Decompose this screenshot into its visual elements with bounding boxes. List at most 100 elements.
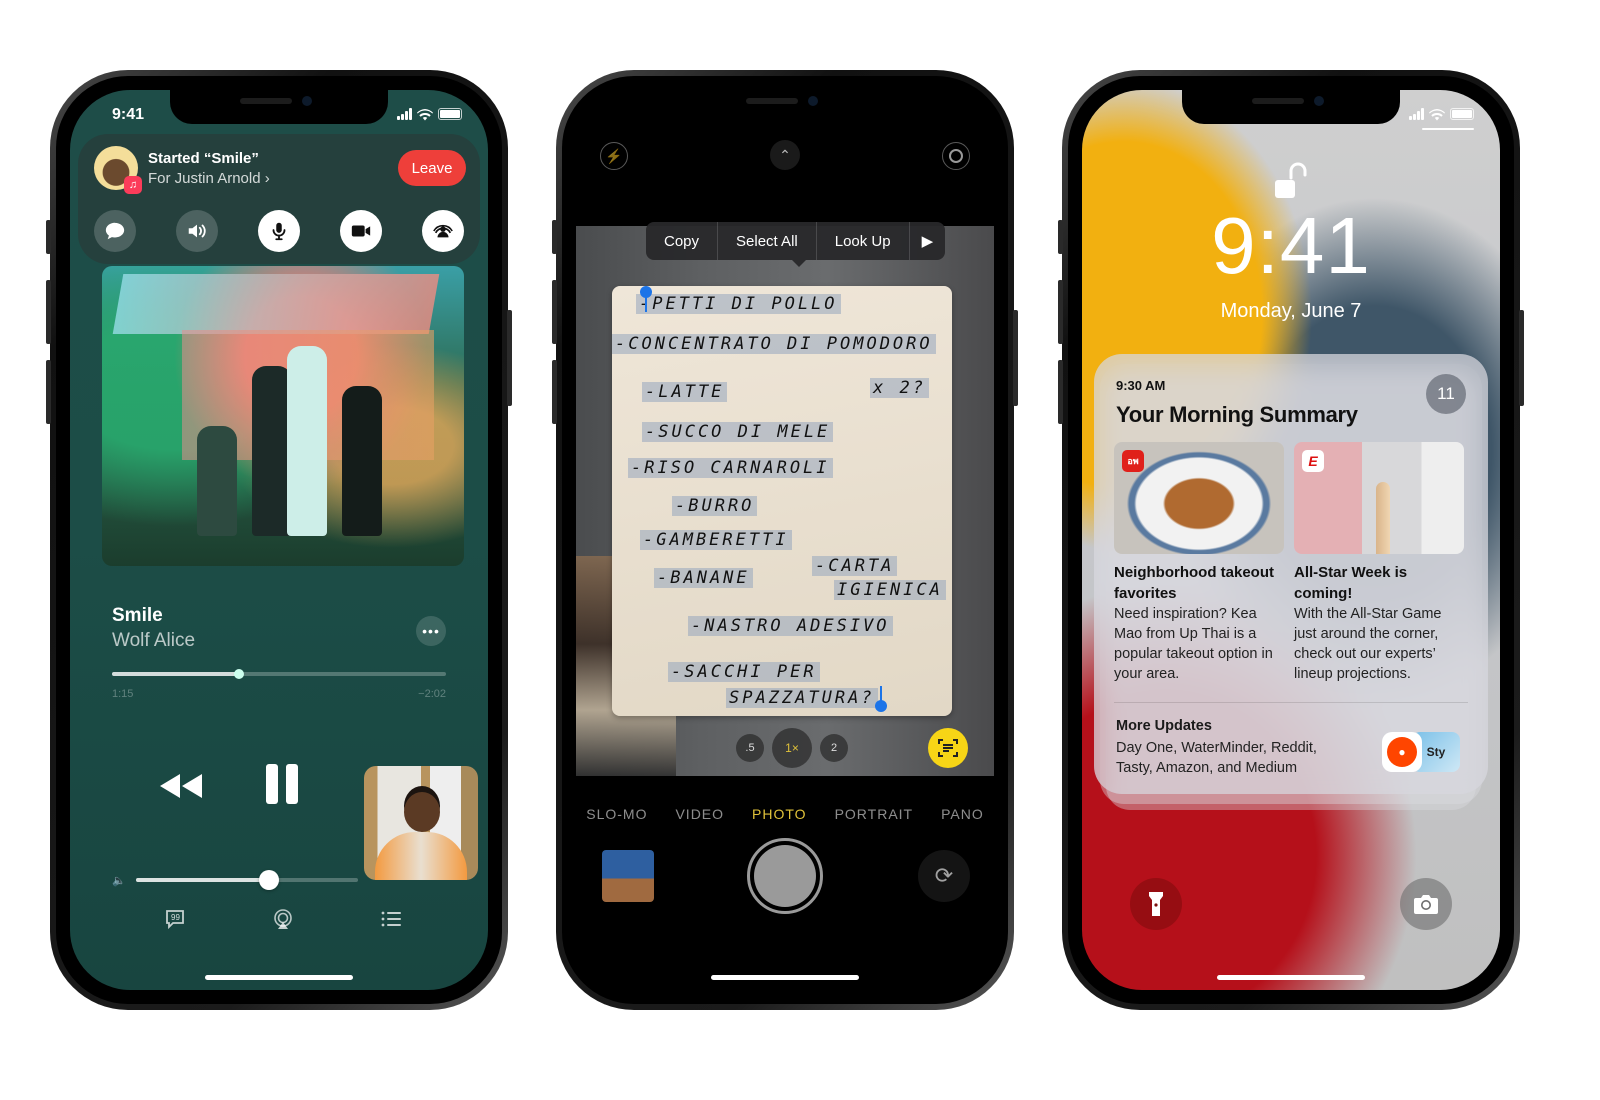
- volume-knob[interactable]: [259, 870, 280, 890]
- mode-slo-mo[interactable]: SLO-MO: [586, 806, 647, 822]
- more-options-button[interactable]: •••: [416, 616, 446, 646]
- track-artist[interactable]: Wolf Alice: [112, 630, 195, 652]
- more-updates-title: More Updates: [1116, 718, 1212, 734]
- selection-end-handle[interactable]: [875, 700, 887, 712]
- recognized-text-line[interactable]: -BANANE: [654, 568, 753, 588]
- wifi-icon: [417, 108, 433, 121]
- message-button[interactable]: [94, 210, 136, 252]
- battery-icon: [1450, 108, 1474, 120]
- recognized-text-line[interactable]: x 2?: [870, 378, 929, 398]
- more-updates-app-icons: ● Sty: [1382, 732, 1466, 772]
- microphone-icon: [272, 222, 286, 241]
- shareplay-button[interactable]: [422, 210, 464, 252]
- zoom-1x-button[interactable]: 1×: [772, 728, 812, 768]
- chevron-up-icon: ⌃: [779, 146, 791, 163]
- summary-time: 9:30 AM: [1116, 378, 1166, 393]
- live-text-button[interactable]: [928, 728, 968, 768]
- queue-button[interactable]: [378, 906, 404, 932]
- banner-subtitle[interactable]: For Justin Arnold ›: [148, 170, 270, 187]
- up-thai-app-icon: อพ: [1122, 450, 1144, 472]
- look-up-menu-item[interactable]: Look Up: [817, 222, 910, 260]
- home-indicator[interactable]: [711, 975, 859, 980]
- mode-video[interactable]: VIDEO: [675, 806, 724, 822]
- recognized-text-line[interactable]: IGIENICA: [834, 580, 946, 600]
- avatar: ♫: [94, 146, 142, 194]
- select-all-menu-item[interactable]: Select All: [718, 222, 817, 260]
- airplay-button[interactable]: [270, 906, 296, 932]
- queue-list-icon: [381, 911, 401, 927]
- recognized-text-line[interactable]: -CONCENTRATO DI POMODORO: [612, 334, 936, 354]
- volume-down-button: [46, 360, 51, 424]
- shareplay-banner[interactable]: ♫ Started “Smile” For Justin Arnold › Le…: [78, 134, 480, 264]
- live-photo-button[interactable]: [942, 142, 970, 170]
- rewind-icon: [160, 774, 202, 798]
- flashlight-button[interactable]: [1130, 878, 1182, 930]
- time-remaining: −2:02: [418, 688, 446, 700]
- playback-scrubber[interactable]: [112, 669, 446, 679]
- mode-portrait[interactable]: PORTRAIT: [835, 806, 914, 822]
- pause-button[interactable]: [262, 762, 302, 811]
- lyrics-button[interactable]: 99: [162, 906, 188, 932]
- recognized-text-line[interactable]: -NASTRO ADESIVO: [688, 616, 893, 636]
- flip-camera-button[interactable]: ⟳: [918, 850, 970, 902]
- control-center-indicator[interactable]: [1422, 128, 1474, 130]
- leave-button[interactable]: Leave: [398, 150, 466, 186]
- story-image: E: [1294, 442, 1464, 554]
- camera-top-controls: ⚡ ⌃: [576, 140, 994, 180]
- mode-photo[interactable]: PHOTO: [752, 806, 807, 822]
- speaker-button[interactable]: [176, 210, 218, 252]
- camera-flip-icon: ⟳: [934, 863, 954, 888]
- recognized-text-line[interactable]: -CARTA: [812, 556, 898, 576]
- camera-shortcut-button[interactable]: [1400, 878, 1452, 930]
- recognized-text-line[interactable]: -SUCCO DI MELE: [642, 422, 834, 442]
- camera-viewfinder[interactable]: -PETTI DI POLLO -CONCENTRATO DI POMODORO…: [576, 226, 994, 776]
- morning-summary-card[interactable]: 9:30 AM Your Morning Summary 11 อพ Neigh…: [1094, 354, 1488, 794]
- notification-summary-stack[interactable]: 9:30 AM Your Morning Summary 11 อพ Neigh…: [1094, 354, 1488, 810]
- home-indicator[interactable]: [205, 975, 353, 980]
- recognized-text-line[interactable]: -SACCHI PER: [668, 662, 820, 682]
- recognized-text-line[interactable]: -GAMBERETTI: [640, 530, 792, 550]
- volume-slider[interactable]: 🔈: [112, 870, 358, 890]
- more-menu-arrow[interactable]: ▶: [910, 222, 946, 260]
- home-indicator[interactable]: [1217, 975, 1365, 980]
- flashlight-icon: [1149, 892, 1163, 916]
- side-button: [1519, 310, 1524, 406]
- volume-track[interactable]: [136, 870, 358, 890]
- zoom-2x-button[interactable]: 2: [820, 734, 848, 762]
- last-photo-thumbnail[interactable]: [602, 850, 654, 902]
- flash-button[interactable]: ⚡: [600, 142, 628, 170]
- recognized-text-line[interactable]: -BURRO: [672, 496, 758, 516]
- camera-button[interactable]: [340, 210, 382, 252]
- more-updates-apps: Day One, WaterMinder, Reddit, Tasty, Ama…: [1116, 740, 1317, 776]
- camera-icon: [1414, 895, 1438, 914]
- camera-mode-picker: SLO-MO VIDEO PHOTO PORTRAIT PANO: [576, 806, 994, 822]
- airplay-icon: [274, 909, 292, 929]
- rewind-button[interactable]: [158, 772, 206, 805]
- pause-icon: [266, 764, 298, 804]
- zoom-0.5x-button[interactable]: .5: [736, 734, 764, 762]
- expand-controls-button[interactable]: ⌃: [770, 140, 800, 170]
- lyrics-icon: 99: [166, 910, 184, 930]
- live-text-icon: [938, 739, 958, 757]
- summary-story[interactable]: อพ Neighborhood takeout favorites Need i…: [1114, 442, 1284, 684]
- cellular-signal-icon: [397, 108, 412, 120]
- iphone-camera-live-text: ⚡ ⌃ -PETTI DI POLLO -CONCENTRATO DI POMO…: [552, 70, 1018, 1010]
- recognized-text-line[interactable]: SPAZZATURA?: [726, 688, 878, 708]
- copy-menu-item[interactable]: Copy: [646, 222, 719, 260]
- mute-button[interactable]: [258, 210, 300, 252]
- story-title: All-Star Week is coming!: [1294, 564, 1408, 602]
- recognized-text-line[interactable]: -PETTI DI POLLO: [636, 294, 841, 314]
- scrubber-knob[interactable]: [233, 669, 244, 679]
- summary-story[interactable]: E All-Star Week is coming! With the All-…: [1294, 442, 1464, 684]
- speaker-icon: [188, 224, 206, 238]
- mode-pano[interactable]: PANO: [941, 806, 984, 822]
- story-body: With the All-Star Game just around the c…: [1294, 606, 1442, 682]
- cellular-signal-icon: [1409, 108, 1424, 120]
- status-bar: 9:41: [70, 104, 488, 126]
- recognized-text-line[interactable]: -RISO CARNAROLI: [628, 458, 833, 478]
- shutter-button[interactable]: [747, 838, 823, 914]
- summary-title: Your Morning Summary: [1116, 402, 1358, 427]
- facetime-video-tile[interactable]: [364, 766, 478, 880]
- zoom-selector: .5 1× 2: [736, 728, 848, 768]
- recognized-text-line[interactable]: -LATTE: [642, 382, 728, 402]
